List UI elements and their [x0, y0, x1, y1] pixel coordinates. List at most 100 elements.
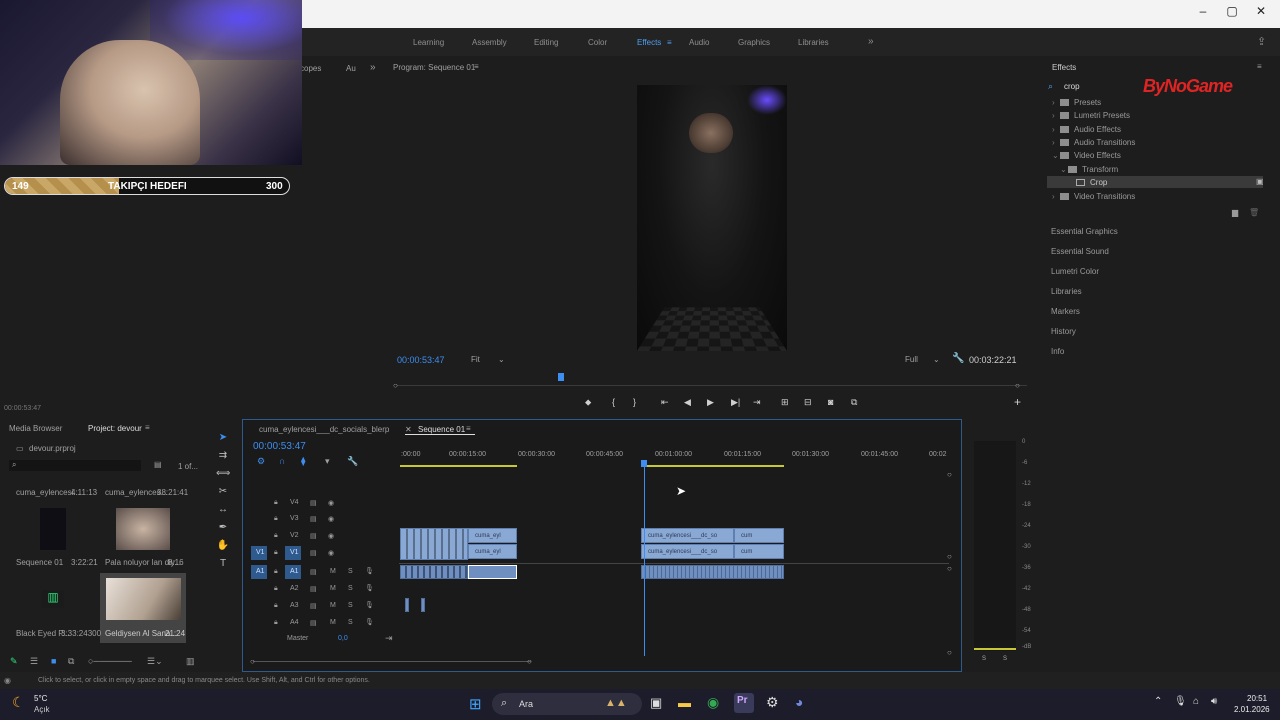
- fit-chevron-icon[interactable]: ⌄: [498, 355, 505, 364]
- button-editor-icon[interactable]: +: [1014, 395, 1021, 409]
- panel-markers[interactable]: Markers: [1051, 307, 1080, 316]
- mic-tray-icon[interactable]: 🎙︎: [1174, 696, 1187, 707]
- audio-waveform-icon[interactable]: ▥: [42, 590, 64, 608]
- effects-search-input[interactable]: crop: [1064, 82, 1080, 91]
- audio-clip-a3[interactable]: [405, 598, 409, 612]
- quality-chevron-icon[interactable]: ⌄: [933, 355, 940, 364]
- effects-menu-icon[interactable]: ≡: [1257, 62, 1262, 71]
- weather-icon[interactable]: ☾: [12, 694, 25, 711]
- program-scrubber[interactable]: [397, 385, 1027, 386]
- tab-media-browser[interactable]: Media Browser: [9, 424, 62, 433]
- snap-icon[interactable]: ⚙: [257, 456, 265, 467]
- ws-learning[interactable]: Learning: [413, 38, 444, 47]
- pen-icon[interactable]: ✒: [216, 522, 230, 534]
- video-clip-v1[interactable]: cuma_eyl: [468, 544, 517, 559]
- sequence-menu-icon[interactable]: ≡: [466, 424, 471, 433]
- vertical-scroll-handle[interactable]: ○: [947, 564, 952, 573]
- solo-button[interactable]: S: [348, 619, 353, 626]
- sync-lock-icon[interactable]: ▤: [310, 549, 317, 557]
- discord-icon[interactable]: ◕: [795, 694, 803, 710]
- panel-libraries[interactable]: Libraries: [1051, 287, 1082, 296]
- ripple-edit-icon[interactable]: ⟺: [216, 468, 230, 480]
- sync-lock-icon[interactable]: ▤: [310, 568, 317, 576]
- clock-date[interactable]: 2.01.2026: [1234, 705, 1270, 714]
- mic-icon[interactable]: 🎙︎: [365, 601, 374, 609]
- sync-lock-icon[interactable]: ▤: [310, 585, 317, 593]
- work-area-bar[interactable]: [400, 465, 517, 467]
- vertical-scroll-handle[interactable]: ○: [947, 648, 952, 657]
- compare-icon[interactable]: ⧉: [851, 397, 857, 408]
- horizontal-scrollbar[interactable]: [253, 661, 531, 662]
- eye-icon[interactable]: ◉: [328, 499, 334, 507]
- minimize-icon[interactable]: –: [1195, 4, 1211, 18]
- effects-title[interactable]: Effects: [1052, 63, 1076, 72]
- slip-icon[interactable]: ↔: [216, 504, 230, 516]
- solo-button[interactable]: S: [348, 602, 353, 609]
- project-menu-icon[interactable]: ≡: [145, 423, 150, 432]
- new-bin-icon[interactable]: ▆: [1232, 208, 1238, 217]
- video-clip-v1[interactable]: cum: [734, 544, 784, 559]
- ws-color[interactable]: Color: [588, 38, 607, 47]
- marker-icon[interactable]: ▾: [325, 456, 330, 467]
- master-end-icon[interactable]: ⇥: [385, 633, 393, 644]
- track-label-v3[interactable]: V3: [290, 515, 299, 522]
- program-playhead[interactable]: [558, 373, 564, 381]
- video-clip-fragments[interactable]: [400, 528, 468, 560]
- automate-icon[interactable]: ▥: [186, 656, 195, 667]
- add-marker-icon[interactable]: ⬥: [585, 397, 591, 408]
- mic-icon[interactable]: 🎙︎: [365, 567, 374, 575]
- master-value[interactable]: 0,0: [338, 635, 348, 642]
- scrubber-end[interactable]: ○: [1015, 381, 1020, 390]
- ws-graphics[interactable]: Graphics: [738, 38, 770, 47]
- audio-clip-a1[interactable]: [400, 565, 468, 579]
- panel-info[interactable]: Info: [1051, 347, 1064, 356]
- panel-essential-sound[interactable]: Essential Sound: [1051, 247, 1109, 256]
- eye-icon[interactable]: ◉: [328, 532, 334, 540]
- step-forward-icon[interactable]: ▶|: [731, 397, 740, 408]
- vertical-scroll-handle[interactable]: ○: [947, 552, 952, 561]
- zoom-slider[interactable]: ○──────: [88, 656, 132, 666]
- tab-project[interactable]: Project: devour: [88, 424, 142, 433]
- program-title[interactable]: Program: Sequence 01: [393, 63, 475, 72]
- chrome-icon[interactable]: ◉: [707, 694, 719, 711]
- sort-icon[interactable]: ☰⌄: [147, 656, 163, 667]
- thumb-geldiysen[interactable]: [106, 578, 181, 620]
- settings-wrench-icon[interactable]: 🔧: [347, 456, 358, 467]
- solo-button[interactable]: S: [348, 568, 353, 575]
- close-icon[interactable]: ✕: [1253, 4, 1269, 18]
- lock-icon[interactable]: 🔒︎: [274, 619, 278, 627]
- windows-start-icon[interactable]: ⊞: [469, 695, 482, 713]
- solo-left-button[interactable]: S: [982, 656, 986, 662]
- mute-button[interactable]: M: [330, 602, 336, 609]
- track-label-v2[interactable]: V2: [290, 532, 299, 539]
- item-name[interactable]: Sequence 01: [16, 558, 63, 567]
- vertical-scroll-handle[interactable]: ○: [947, 470, 952, 479]
- sync-lock-icon[interactable]: ▤: [310, 619, 317, 627]
- selection-tool-icon[interactable]: ➤: [216, 432, 230, 444]
- fit-dropdown[interactable]: Fit: [471, 355, 480, 364]
- audio-clip-a3[interactable]: [421, 598, 425, 612]
- lock-icon[interactable]: 🔒︎: [274, 602, 278, 610]
- maximize-icon[interactable]: ▢: [1224, 4, 1240, 18]
- panel-history[interactable]: History: [1051, 327, 1076, 336]
- video-clip-v2[interactable]: cuma_eyl: [468, 528, 517, 543]
- lock-icon[interactable]: 🔒︎: [274, 568, 278, 576]
- tray-chevron-icon[interactable]: ⌃: [1154, 696, 1162, 707]
- lock-icon[interactable]: 🔒︎: [274, 549, 278, 557]
- sync-lock-icon[interactable]: ▤: [310, 515, 317, 523]
- hand-icon[interactable]: ✋: [216, 540, 230, 552]
- go-to-out-icon[interactable]: ⇥: [753, 397, 761, 408]
- ws-assembly[interactable]: Assembly: [472, 38, 507, 47]
- video-clip-v2[interactable]: cum: [734, 528, 784, 543]
- lift-icon[interactable]: ⊞: [781, 397, 789, 408]
- video-audio-divider[interactable]: [399, 563, 949, 564]
- lock-icon[interactable]: 🔒︎: [274, 585, 278, 593]
- scroll-end-handle[interactable]: ○: [527, 657, 532, 666]
- quality-dropdown[interactable]: Full: [905, 355, 918, 364]
- mute-button[interactable]: M: [330, 619, 336, 626]
- tree-video-effects[interactable]: ⌄ Video Effects: [1052, 151, 1121, 160]
- close-tab-icon[interactable]: ✕: [405, 425, 412, 434]
- mute-button[interactable]: M: [330, 568, 336, 575]
- step-back-icon[interactable]: ◀: [684, 397, 691, 408]
- program-menu-icon[interactable]: ≡: [474, 62, 479, 71]
